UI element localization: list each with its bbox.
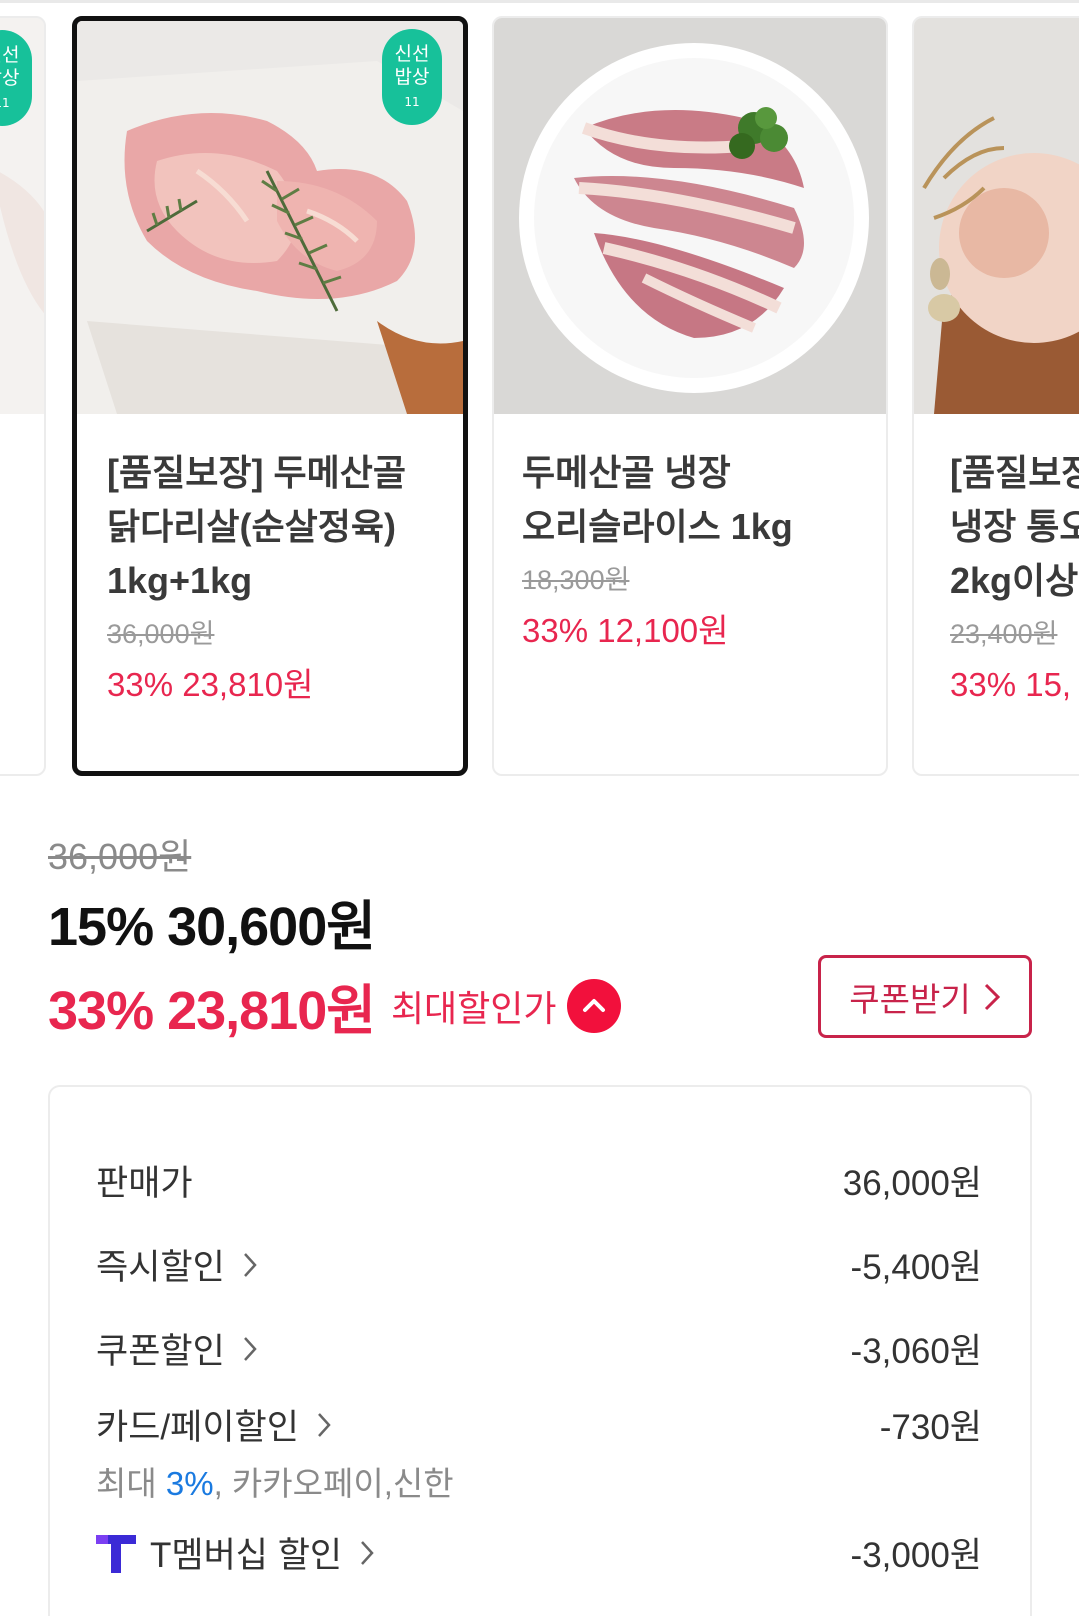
product-name-line: 1kg+1kg (107, 560, 253, 601)
max-discount-price: 33% 23,810원 (48, 981, 376, 1041)
product-name-line: 2kg이상 (950, 560, 1079, 601)
max-discount-price-row[interactable]: 33% 23,810원 최대할인가 (48, 966, 621, 1045)
chevron-right-icon[interactable] (360, 1540, 374, 1566)
breakdown-value: -5,400원 (850, 1248, 982, 1287)
breakdown-row-sale-price: 판매가 36,000원 (96, 1155, 982, 1206)
product-name-line: [품질보장 (950, 452, 1079, 493)
breakdown-row-instant-discount[interactable]: 즉시할인 -5,400원 (96, 1239, 982, 1290)
chevron-right-icon[interactable] (243, 1252, 257, 1278)
related-products-carousel[interactable]: 신선 밥상 11 (0, 16, 1079, 776)
max-discount-label: 최대할인가 (390, 987, 557, 1029)
product-card[interactable]: 신선 밥상 11 (0, 16, 46, 776)
product-card-selected[interactable]: 신선 밥상 11 [품질보장] 두메산골 닭다리살(순살정육) 1kg+1kg … (72, 16, 468, 776)
product-sale-price: 33% 23,810원 (107, 666, 314, 703)
product-sale-price: 33% 15, (950, 666, 1072, 703)
product-original-price: 23,400원 (950, 619, 1058, 649)
chevron-right-icon[interactable] (243, 1336, 257, 1362)
top-divider (0, 0, 1079, 3)
product-image (914, 18, 1079, 414)
product-image (494, 18, 886, 414)
product-sale-price: 33% 12,100원 (522, 612, 729, 649)
discount-price: 15% 30,600원 (48, 897, 376, 957)
card-pay-note: 최대 3%, 카카오페이,신한 (96, 1465, 454, 1502)
breakdown-label: 쿠폰할인 (96, 1332, 225, 1371)
breakdown-row-t-membership[interactable]: T멤버십 할인 -3,000원 (96, 1527, 982, 1578)
breakdown-value: -730원 (879, 1408, 982, 1447)
breakdown-value: -3,060원 (850, 1332, 982, 1371)
breakdown-label: T멤버십 할인 (150, 1536, 343, 1575)
get-coupon-button[interactable]: 쿠폰받기 (818, 955, 1032, 1038)
product-name-line: 냉장 통오 (950, 506, 1079, 547)
product-card[interactable]: [품질보장 냉장 통오 2kg이상 23,400원 33% 15, (912, 16, 1079, 776)
breakdown-value: 36,000원 (842, 1164, 982, 1203)
breakdown-label: 카드/페이할인 (96, 1408, 299, 1447)
t-membership-logo-icon (96, 1533, 136, 1573)
product-name-line: 닭다리살(순살정육) (107, 506, 396, 547)
chevron-right-icon[interactable] (317, 1412, 331, 1438)
fresh-table-badge: 신선 밥상 11 (0, 30, 32, 126)
original-price: 36,000원 (48, 836, 192, 877)
breakdown-row-card-pay-discount[interactable]: 카드/페이할인 -730원 (96, 1399, 982, 1450)
fresh-table-badge: 신선 밥상 11 (382, 29, 442, 125)
product-name-line: 두메산골 냉장 (522, 452, 731, 493)
product-original-price: 36,000원 (107, 619, 215, 649)
price-breakdown-panel: 판매가 36,000원 즉시할인 -5,400원 쿠폰할인 -3,060원 카드… (48, 1085, 1032, 1616)
breakdown-value: -3,000원 (850, 1536, 982, 1575)
get-coupon-label: 쿠폰받기 (849, 980, 971, 1018)
breakdown-row-coupon-discount[interactable]: 쿠폰할인 -3,060원 (96, 1323, 982, 1374)
product-original-price: 18,300원 (522, 565, 630, 595)
breakdown-label: 판매가 (96, 1164, 193, 1203)
card-pay-note-rate: 3% (165, 1465, 214, 1502)
product-name-line: 오리슬라이스 1kg (522, 506, 793, 547)
chevron-up-icon[interactable] (566, 978, 621, 1033)
chevron-right-icon (983, 982, 1001, 1012)
product-card[interactable]: 두메산골 냉장 오리슬라이스 1kg 18,300원 33% 12,100원 (492, 16, 888, 776)
breakdown-label: 즉시할인 (96, 1248, 225, 1287)
product-name-line: [품질보장] 두메산골 (107, 452, 406, 493)
